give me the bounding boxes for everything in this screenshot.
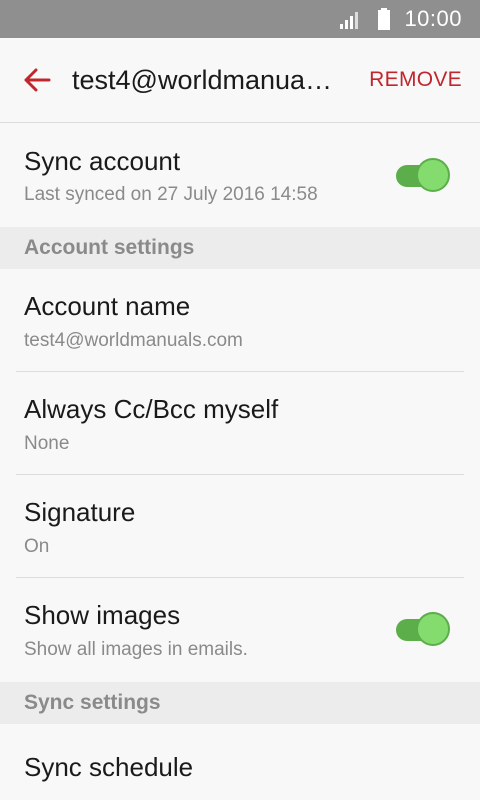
- show-images-toggle[interactable]: [394, 611, 452, 647]
- show-images-item[interactable]: Show images Show all images in emails.: [0, 578, 480, 681]
- sync-account-item[interactable]: Sync account Last synced on 27 July 2016…: [0, 124, 480, 226]
- sync-account-toggle[interactable]: [394, 157, 452, 193]
- toggle-thumb: [416, 158, 450, 192]
- signature-item[interactable]: Signature On: [0, 475, 480, 577]
- sync-account-title: Sync account: [24, 146, 181, 176]
- show-images-title: Show images: [24, 600, 181, 630]
- back-button[interactable]: [12, 55, 62, 105]
- cc-bcc-item[interactable]: Always Cc/Bcc myself None: [0, 372, 480, 474]
- signature-value: On: [24, 536, 50, 557]
- status-bar: 10:00: [0, 0, 480, 38]
- account-name-value: test4@worldmanuals.com: [24, 330, 243, 351]
- section-header-sync-settings: Sync settings: [0, 682, 480, 724]
- signal-icon: [340, 12, 359, 29]
- remove-button[interactable]: REMOVE: [369, 68, 462, 92]
- sync-account-subtitle: Last synced on 27 July 2016 14:58: [24, 184, 318, 205]
- toggle-thumb: [416, 612, 450, 646]
- sync-schedule-item[interactable]: Sync schedule: [0, 724, 480, 800]
- cc-bcc-title: Always Cc/Bcc myself: [24, 394, 279, 424]
- back-arrow-icon: [24, 68, 51, 92]
- account-name-item[interactable]: Account name test4@worldmanuals.com: [0, 269, 480, 371]
- sync-schedule-title: Sync schedule: [24, 752, 194, 782]
- battery-icon: [378, 8, 391, 30]
- signature-title: Signature: [24, 497, 136, 527]
- page-title: test4@worldmanua…: [72, 64, 333, 95]
- show-images-subtitle: Show all images in emails.: [24, 639, 248, 660]
- app-bar: test4@worldmanua… REMOVE: [0, 38, 480, 123]
- section-header-account-settings: Account settings: [0, 227, 480, 269]
- cc-bcc-value: None: [24, 433, 70, 454]
- account-name-title: Account name: [24, 291, 191, 321]
- status-time: 10:00: [404, 6, 462, 31]
